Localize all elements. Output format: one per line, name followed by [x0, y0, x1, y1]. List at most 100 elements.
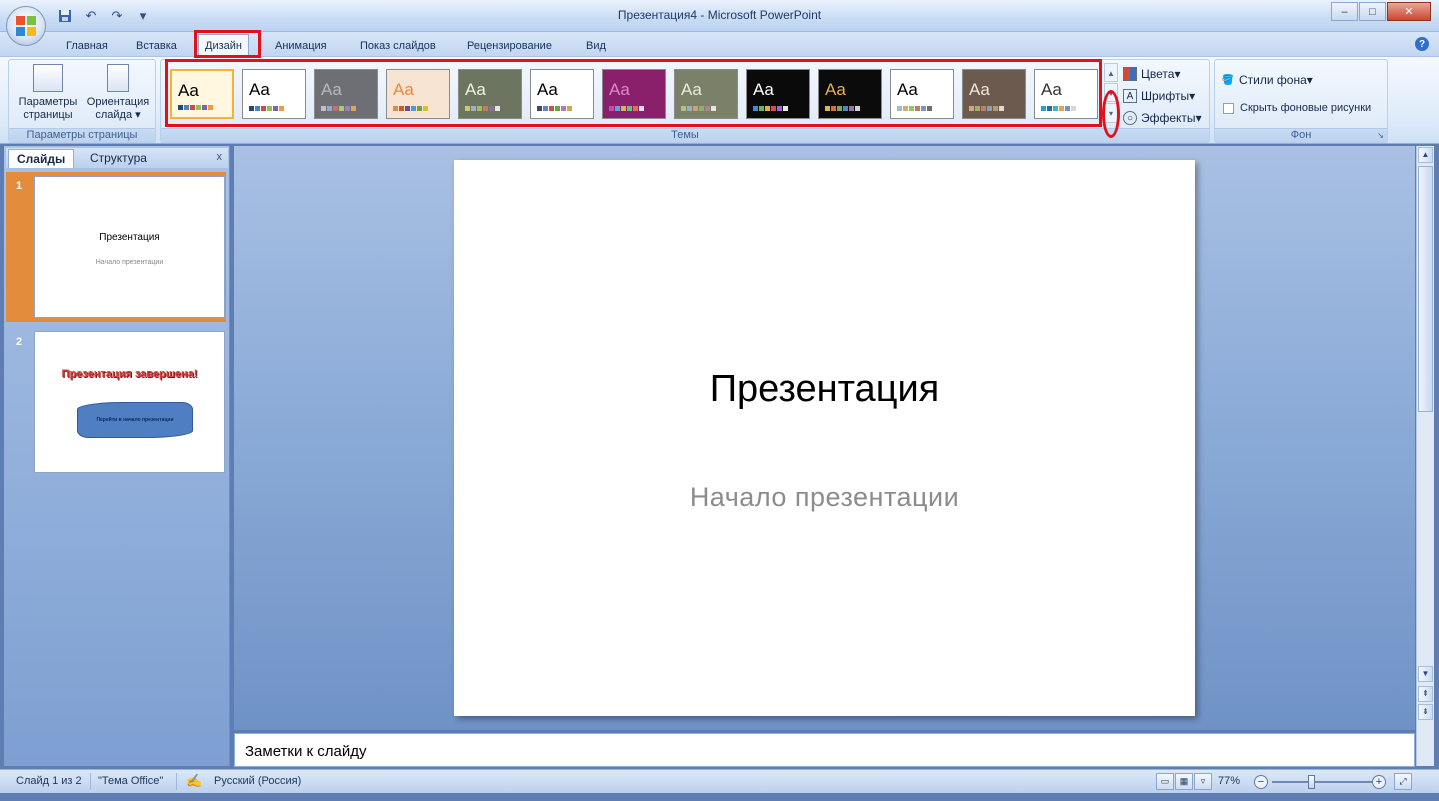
next-slide-icon[interactable]: ⇟	[1418, 704, 1433, 720]
theme-thumbnail[interactable]: Aa	[674, 69, 738, 119]
notes-pane[interactable]: Заметки к слайду	[234, 733, 1415, 767]
current-slide[interactable]: Презентация Начало презентации	[454, 160, 1195, 716]
themes-gallery: Aa Aa Aa Aa Aa Aa Aa Aa Aa Aa Aa Aa Aa	[164, 63, 1104, 123]
normal-view-icon[interactable]: ▭	[1156, 773, 1174, 790]
theme-thumbnail[interactable]: Aa	[242, 69, 306, 119]
background-styles-button[interactable]: 🪣 Стили фона ▾	[1221, 70, 1313, 90]
theme-thumbnail[interactable]: Aa	[602, 69, 666, 119]
tab-slideshow[interactable]: Показ слайдов	[354, 36, 442, 56]
colors-label: Цвета	[1141, 67, 1175, 81]
theme-color-swatches	[969, 106, 1004, 111]
color-swatch	[273, 106, 278, 111]
background-group-label: Фон	[1215, 128, 1387, 142]
color-swatch	[411, 106, 416, 111]
theme-color-swatches	[753, 106, 788, 111]
page-setup-button[interactable]: Параметры страницы	[13, 64, 83, 130]
theme-thumbnail[interactable]: Aa	[746, 69, 810, 119]
slide-sorter-view-icon[interactable]: ▦	[1175, 773, 1193, 790]
color-swatch	[477, 106, 482, 111]
spellcheck-icon[interactable]: ✍	[186, 773, 202, 789]
chevron-down-icon: ▾	[132, 109, 141, 121]
scroll-up-icon[interactable]: ▲	[1418, 147, 1433, 163]
window-controls: – □ ✕	[1330, 2, 1431, 21]
tab-slides[interactable]: Слайды	[8, 149, 75, 168]
zoom-out-icon[interactable]: −	[1254, 775, 1268, 789]
colors-icon	[1123, 67, 1137, 81]
color-swatch	[489, 106, 494, 111]
language[interactable]: Русский (Россия)	[214, 775, 301, 787]
theme-color-swatches	[178, 105, 213, 110]
color-swatch	[1071, 106, 1076, 111]
vertical-scrollbar[interactable]: ▲ ▼ ⇞ ⇟	[1416, 146, 1434, 766]
theme-sample-text: Aa	[969, 80, 990, 99]
theme-thumbnail[interactable]: Aa	[386, 69, 450, 119]
slideshow-view-icon[interactable]: ▿	[1194, 773, 1212, 790]
theme-thumbnail[interactable]: Aa	[170, 69, 234, 119]
theme-sample-text: Aa	[249, 80, 270, 99]
color-swatch	[849, 106, 854, 111]
zoom-level[interactable]: 77%	[1218, 775, 1240, 787]
zoom-slider[interactable]	[1272, 781, 1372, 783]
tab-home[interactable]: Главная	[60, 36, 114, 56]
tab-outline[interactable]: Структура	[82, 149, 155, 168]
maximize-button[interactable]: □	[1359, 2, 1386, 21]
effects-button[interactable]: ○ Эффекты ▾	[1123, 108, 1202, 128]
slide-title[interactable]: Презентация	[454, 368, 1195, 411]
close-button[interactable]: ✕	[1387, 2, 1431, 21]
close-icon[interactable]: x	[217, 151, 223, 163]
theme-thumbnail[interactable]: Aa	[962, 69, 1026, 119]
color-swatch	[831, 106, 836, 111]
tab-insert[interactable]: Вставка	[130, 36, 183, 56]
thumb-subtitle: Начало презентации	[95, 259, 164, 266]
slide-thumbnail-2[interactable]: Презентация завершена! Перейти в начало …	[34, 331, 225, 473]
dialog-launcher-icon[interactable]: ↘	[1377, 131, 1384, 140]
scrollbar-thumb[interactable]	[1418, 166, 1433, 412]
colors-button[interactable]: Цвета ▾	[1123, 64, 1180, 84]
color-swatch	[627, 106, 632, 111]
paint-bucket-icon: 🪣	[1221, 74, 1235, 86]
theme-color-swatches	[609, 106, 644, 111]
divider	[176, 773, 177, 790]
slide-editing-area: Презентация Начало презентации	[234, 146, 1415, 730]
color-swatch	[1059, 106, 1064, 111]
gallery-scroll-down-icon[interactable]: ▼	[1104, 83, 1118, 102]
minimize-button[interactable]: –	[1331, 2, 1358, 21]
theme-thumbnail[interactable]: Aa	[1034, 69, 1098, 119]
gallery-scroll-up-icon[interactable]: ▲	[1104, 63, 1118, 82]
themes-group: Aa Aa Aa Aa Aa Aa Aa Aa Aa Aa Aa Aa Aa Цвета ▾ A Шриф…	[160, 59, 1210, 143]
help-icon[interactable]: ?	[1415, 37, 1429, 51]
tab-design[interactable]: Дизайн	[198, 34, 249, 56]
color-swatch	[202, 105, 207, 110]
theme-thumbnail[interactable]: Aa	[314, 69, 378, 119]
hide-background-checkbox[interactable]: Скрыть фоновые рисунки	[1223, 98, 1371, 118]
color-swatch	[855, 106, 860, 111]
gallery-more-icon[interactable]: ▾	[1104, 103, 1118, 123]
zoom-in-icon[interactable]: +	[1372, 775, 1386, 789]
zoom-slider-thumb[interactable]	[1308, 775, 1315, 789]
theme-color-swatches	[537, 106, 572, 111]
slide-subtitle[interactable]: Начало презентации	[454, 482, 1195, 513]
fit-to-window-icon[interactable]: ⤢	[1394, 773, 1412, 790]
page-setup-icon	[33, 64, 63, 92]
color-swatch	[555, 106, 560, 111]
status-bar: Слайд 1 из 2 "Тема Office" ✍ Русский (Ро…	[0, 769, 1439, 793]
tab-animation[interactable]: Анимация	[269, 36, 333, 56]
tab-view[interactable]: Вид	[580, 36, 612, 56]
effects-icon: ○	[1123, 111, 1137, 125]
page-setup-group: Параметры страницы Ориентация слайда ▾ П…	[8, 59, 156, 143]
theme-thumbnail[interactable]: Aa	[458, 69, 522, 119]
fonts-button[interactable]: A Шрифты ▾	[1123, 86, 1195, 106]
theme-sample-text: Aa	[178, 81, 199, 100]
tab-review[interactable]: Рецензирование	[461, 36, 558, 56]
window-title: Презентация4 - Microsoft PowerPoint	[617, 8, 822, 22]
theme-thumbnail[interactable]: Aa	[530, 69, 594, 119]
scroll-down-icon[interactable]: ▼	[1418, 666, 1433, 682]
theme-sample-text: Aa	[609, 80, 630, 99]
color-swatch	[615, 106, 620, 111]
theme-thumbnail[interactable]: Aa	[818, 69, 882, 119]
slide-thumbnail-1[interactable]: Презентация Начало презентации	[34, 176, 225, 318]
office-button[interactable]	[6, 6, 46, 46]
slide-orientation-button[interactable]: Ориентация слайда ▾	[83, 64, 153, 130]
theme-thumbnail[interactable]: Aa	[890, 69, 954, 119]
previous-slide-icon[interactable]: ⇞	[1418, 686, 1433, 702]
